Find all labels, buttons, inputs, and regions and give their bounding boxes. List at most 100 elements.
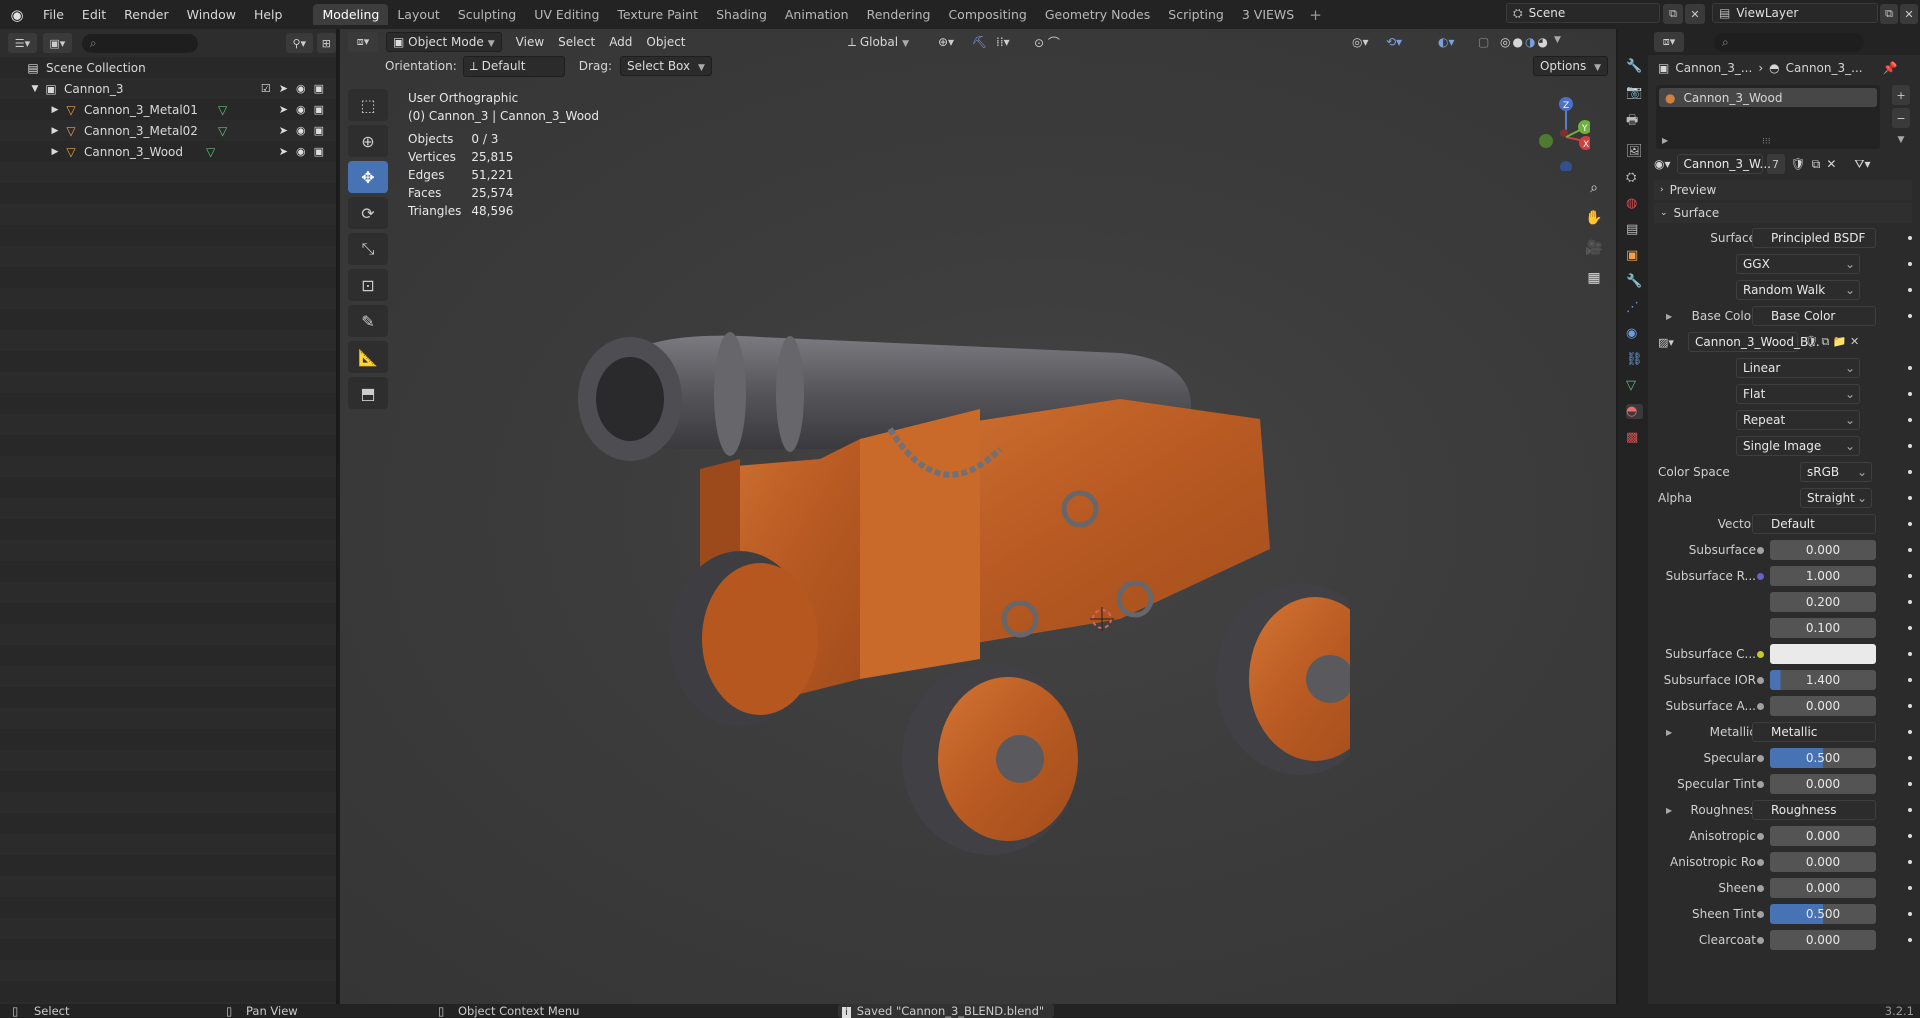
tab-animation[interactable]: Animation [776, 4, 858, 25]
annotate-tool-icon[interactable]: ✎ [348, 305, 388, 337]
socket-icon[interactable] [1757, 546, 1764, 554]
outliner-search-input[interactable]: ⌕ [81, 33, 198, 53]
dropdown-field[interactable]: Random Walk ⌄ [1736, 280, 1860, 300]
options-dropdown[interactable]: Options ▼ [1532, 56, 1608, 76]
properties-editor-type-icon[interactable]: ⧈▾ [1654, 32, 1684, 52]
chevron-right-icon[interactable]: ▶ [1662, 136, 1668, 145]
socket-icon[interactable] [1757, 780, 1764, 788]
list-item[interactable]: ▶ ▽ Cannon_3_Metal01 ▽ ➤ ◉ ▣ [0, 99, 336, 120]
expand-arrow-icon[interactable]: ▶ [1666, 728, 1672, 737]
xray-icon[interactable]: ▢ [1478, 35, 1489, 49]
keyframe-dot-icon[interactable] [1908, 418, 1912, 422]
delete-view-layer-icon[interactable]: ✕ [1900, 4, 1918, 24]
pan-hand-icon[interactable]: ✋ [1582, 206, 1606, 230]
linked-input-field[interactable]: Base Color [1752, 306, 1876, 326]
socket-icon[interactable] [1757, 754, 1764, 762]
chevron-right-icon[interactable]: ▶ [48, 105, 62, 115]
editor-type-icon[interactable]: ☰▾ [8, 33, 37, 53]
mesh-data-icon[interactable]: ▽ [218, 103, 227, 117]
navigation-gizmo[interactable]: Z X Y [1530, 91, 1590, 171]
socket-icon[interactable] [1757, 884, 1764, 892]
keyframe-dot-icon[interactable] [1908, 262, 1912, 266]
node-tree-icon[interactable]: ⛛▾ [1854, 157, 1870, 172]
socket-icon[interactable] [1757, 910, 1764, 918]
keyframe-dot-icon[interactable] [1908, 886, 1912, 890]
number-field[interactable]: 0.000 [1770, 930, 1876, 950]
menu-add[interactable]: Add [609, 35, 632, 49]
keyframe-dot-icon[interactable] [1908, 626, 1912, 630]
cannon-model[interactable] [560, 299, 1350, 859]
zoom-icon[interactable]: ⌕ [1582, 176, 1606, 200]
tool-tab-icon[interactable]: 🔧 [1626, 59, 1643, 74]
eye-icon[interactable]: ◉ [296, 145, 306, 158]
image-datablock-field[interactable]: Cannon_3_Wood_B... [1688, 332, 1820, 352]
gizmo-toggle-icon[interactable]: ⟲▾ [1386, 35, 1402, 49]
tab-compositing[interactable]: Compositing [939, 4, 1035, 25]
keyframe-dot-icon[interactable] [1908, 678, 1912, 682]
rotate-tool-icon[interactable]: ⟳ [348, 197, 388, 229]
resize-handle-icon[interactable]: ⁝⁝⁝ [1762, 137, 1771, 147]
camera-view-icon[interactable]: 🎥 [1582, 236, 1606, 260]
eye-icon[interactable]: ◉ [296, 103, 306, 116]
dropdown-field[interactable]: GGX ⌄ [1736, 254, 1860, 274]
tab-geometry-nodes[interactable]: Geometry Nodes [1036, 4, 1159, 25]
data-tab-icon[interactable]: ▽ [1626, 378, 1643, 393]
menu-window[interactable]: Window [178, 7, 245, 22]
camera-icon[interactable]: ▣ [314, 145, 324, 158]
menu-select[interactable]: Select [558, 35, 595, 49]
tab-modeling[interactable]: Modeling [313, 4, 389, 25]
wireframe-shading-icon[interactable]: ◎ [1500, 35, 1510, 49]
chevron-down-icon[interactable]: ▼ [28, 84, 42, 94]
collection-tab-icon[interactable]: ▤ [1626, 222, 1643, 237]
menu-render[interactable]: Render [115, 7, 178, 22]
keyframe-dot-icon[interactable] [1908, 548, 1912, 552]
scene-selector[interactable]: ⛭ Scene [1506, 3, 1660, 23]
pin-icon[interactable]: 📌 [1883, 61, 1898, 75]
number-field[interactable]: 0.000 [1770, 696, 1876, 716]
camera-icon[interactable]: ▣ [314, 103, 324, 116]
keyframe-dot-icon[interactable] [1908, 392, 1912, 396]
overlay-toggle-icon[interactable]: ◐▾ [1438, 35, 1455, 49]
view-layer-tab-icon[interactable]: 🖼 [1626, 144, 1643, 159]
dropdown-field[interactable]: Single Image ⌄ [1736, 436, 1860, 456]
select-arrow-icon[interactable]: ➤ [279, 103, 288, 116]
output-tab-icon[interactable]: 🖶 [1626, 111, 1643, 133]
menu-file[interactable]: File [34, 7, 73, 22]
eye-icon[interactable]: ◉ [296, 82, 306, 95]
number-field[interactable]: 0.000 [1770, 852, 1876, 872]
number-field[interactable]: 1.400 [1770, 670, 1876, 690]
material-slot[interactable]: ● Cannon_3_Wood [1659, 88, 1877, 107]
eye-icon[interactable]: ◉ [296, 124, 306, 137]
scene-collection-row[interactable]: ▤ Scene Collection [0, 57, 336, 78]
scale-tool-icon[interactable]: ⤡ [348, 233, 388, 265]
number-field[interactable]: 0.000 [1770, 826, 1876, 846]
pivot-icon[interactable]: ⊕▾ [938, 35, 954, 49]
keyframe-dot-icon[interactable] [1908, 938, 1912, 942]
add-slot-icon[interactable]: + [1892, 85, 1910, 105]
number-field[interactable]: 0.000 [1770, 540, 1876, 560]
select-arrow-icon[interactable]: ➤ [279, 124, 288, 137]
transform-tool-icon[interactable]: ⊡ [348, 269, 388, 301]
material-tab-icon[interactable]: ◓ [1626, 404, 1643, 419]
keyframe-dot-icon[interactable] [1908, 496, 1912, 500]
keyframe-dot-icon[interactable] [1908, 600, 1912, 604]
status-message[interactable]: i Saved "Cannon_3_BLEND.blend" [838, 1004, 1055, 1018]
display-mode-icon[interactable]: ▣▾ [42, 33, 72, 53]
socket-icon[interactable] [1757, 832, 1764, 840]
keyframe-dot-icon[interactable] [1908, 652, 1912, 656]
snap-target-icon[interactable]: ⁞⁞▾ [996, 35, 1010, 49]
3d-viewport[interactable]: ⧈▾ ▣ Object Mode ▼ View Select Add Object… [340, 29, 1616, 1004]
number-field[interactable]: 0.000 [1770, 774, 1876, 794]
new-scene-icon[interactable]: ⧉ [1663, 4, 1683, 24]
rendered-shading-icon[interactable]: ◕ [1537, 35, 1547, 49]
number-field[interactable]: 1.000 [1770, 566, 1876, 586]
tab-sculpting[interactable]: Sculpting [449, 4, 525, 25]
socket-icon[interactable] [1757, 572, 1764, 580]
duplicate-icon[interactable]: ⧉ [1812, 157, 1821, 172]
mesh-data-icon[interactable]: ▽ [206, 145, 215, 159]
select-box-tool-icon[interactable]: ⬚ [348, 89, 388, 121]
cursor-tool-icon[interactable]: ⊕ [348, 125, 388, 157]
chevron-right-icon[interactable]: ▶ [48, 147, 62, 157]
render-tab-icon[interactable]: 📷 [1626, 85, 1643, 100]
number-field[interactable]: 0.500 [1770, 904, 1876, 924]
